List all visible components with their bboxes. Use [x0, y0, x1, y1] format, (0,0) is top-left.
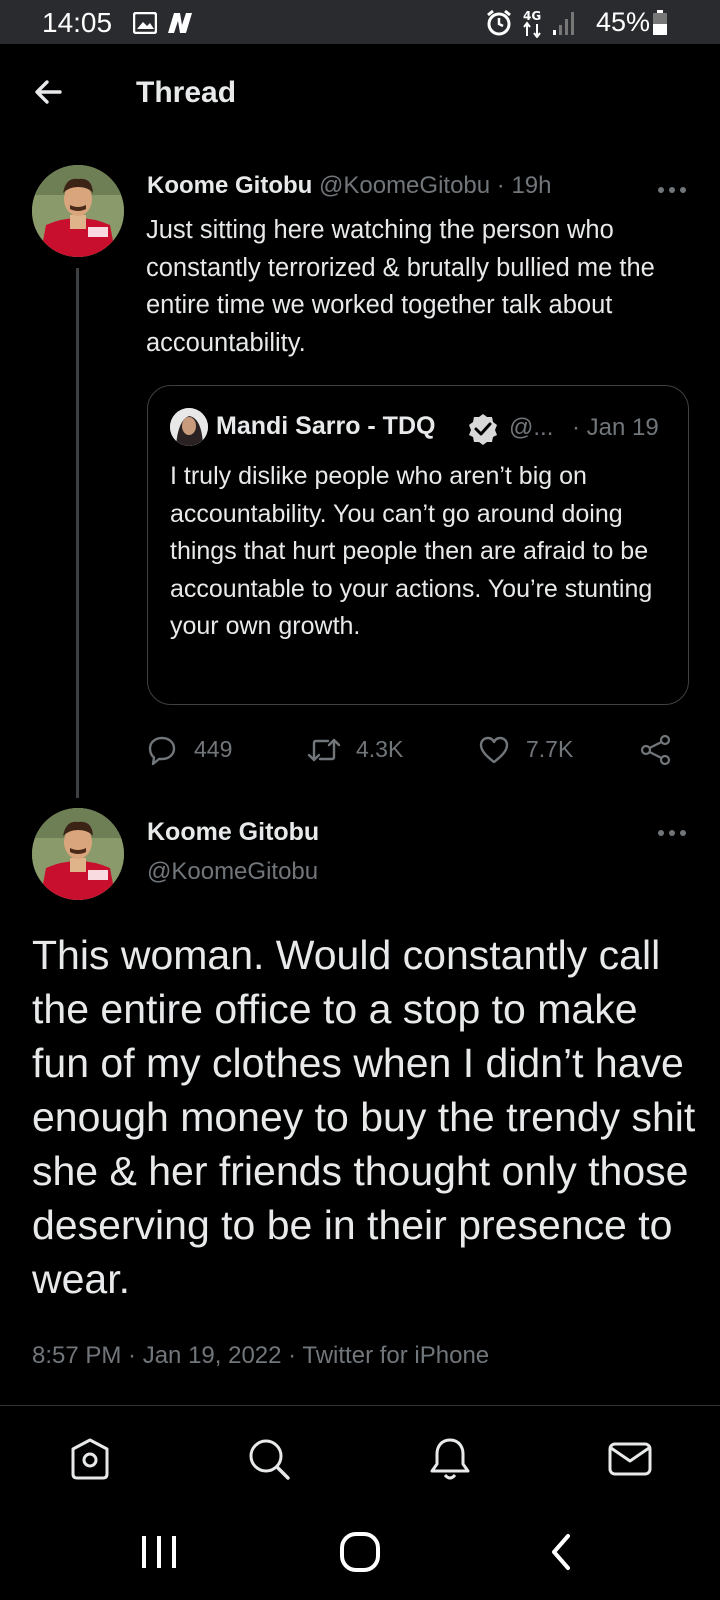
- page-title: Thread: [136, 76, 237, 109]
- more-dots-icon: [658, 830, 686, 836]
- nav-messages[interactable]: [607, 1436, 653, 1482]
- more-dots-icon: [658, 187, 686, 193]
- quote-author-handle: @...: [509, 414, 554, 441]
- main-tweet-text: This woman. Would constantly call the en…: [32, 932, 696, 1302]
- author-name[interactable]: Koome Gitobu: [147, 172, 312, 199]
- search-icon: [249, 1439, 290, 1480]
- tweet-header: Koome Gitobu @KoomeGitobu · 19h: [147, 172, 552, 200]
- thread-header: Thread: [0, 44, 720, 140]
- main-author-handle[interactable]: @KoomeGitobu: [147, 858, 318, 886]
- recents-icon: [142, 1536, 176, 1568]
- quoted-tweet-card[interactable]: Mandi Sarro - TDQ @... · Jan 19 I truly …: [147, 385, 689, 705]
- share-icon: [640, 734, 671, 766]
- separator: ·: [490, 172, 512, 199]
- heart-icon: [479, 736, 509, 764]
- quote-author-name: Mandi Sarro - TDQ: [216, 412, 436, 440]
- like-button[interactable]: 7.7K: [478, 730, 588, 770]
- retweet-button[interactable]: 4.3K: [306, 730, 416, 770]
- main-author-name[interactable]: Koome Gitobu: [147, 818, 319, 847]
- status-bar: 14:05 4G 45%: [0, 0, 720, 44]
- share-button[interactable]: [640, 730, 676, 770]
- author-handle[interactable]: @KoomeGitobu: [319, 172, 490, 199]
- reply-icon: [148, 736, 176, 766]
- svg-text:4G: 4G: [523, 9, 541, 23]
- retweet-icon: [307, 738, 341, 762]
- quote-text: I truly dislike people who aren’t big on…: [170, 462, 653, 640]
- avatar[interactable]: [32, 165, 124, 257]
- n-app-icon: [166, 11, 194, 40]
- battery-icon: [652, 10, 668, 41]
- tweet-actions: 449 4.3K 7.7K: [146, 730, 696, 770]
- nav-notifications[interactable]: [427, 1436, 473, 1482]
- quote-date: · Jan 19: [572, 414, 659, 441]
- messages-icon: [608, 1442, 652, 1476]
- main-more-options-button[interactable]: [654, 823, 690, 843]
- system-nav-bar: [0, 1510, 720, 1600]
- reply-button[interactable]: 449: [146, 730, 246, 770]
- signal-icon: [552, 10, 578, 41]
- back-chevron-icon: [552, 1534, 570, 1570]
- main-avatar[interactable]: [32, 808, 124, 900]
- gallery-icon: [132, 11, 158, 39]
- retweet-count: 4.3K: [356, 736, 404, 762]
- arrow-left-icon: [35, 80, 62, 104]
- thread-connector-line: [76, 268, 79, 798]
- verified-badge-icon: [466, 412, 500, 446]
- nav-search[interactable]: [246, 1436, 292, 1482]
- recents-button[interactable]: [134, 1530, 184, 1574]
- battery-percent: 45%: [596, 7, 651, 37]
- status-time: 14:05: [42, 7, 113, 38]
- reply-count: 449: [194, 736, 233, 762]
- home-icon: [71, 1438, 109, 1480]
- like-count: 7.7K: [526, 736, 574, 762]
- more-options-button[interactable]: [654, 180, 690, 200]
- network-4g-icon: 4G: [522, 8, 544, 43]
- tweet-timestamp: 8:57 PM · Jan 19, 2022 · Twitter for iPh…: [32, 1342, 490, 1369]
- back-button[interactable]: [30, 76, 70, 108]
- home-system-button[interactable]: [335, 1530, 385, 1574]
- bottom-nav: [0, 1406, 720, 1510]
- notifications-icon: [430, 1438, 470, 1480]
- alarm-icon: [485, 9, 513, 42]
- back-system-button[interactable]: [538, 1530, 588, 1574]
- home-circle-icon: [340, 1532, 380, 1572]
- tweet-text: Just sitting here watching the person wh…: [146, 216, 655, 357]
- nav-home[interactable]: [67, 1436, 113, 1482]
- tweet-time[interactable]: 19h: [511, 172, 551, 199]
- quote-avatar: [170, 408, 208, 446]
